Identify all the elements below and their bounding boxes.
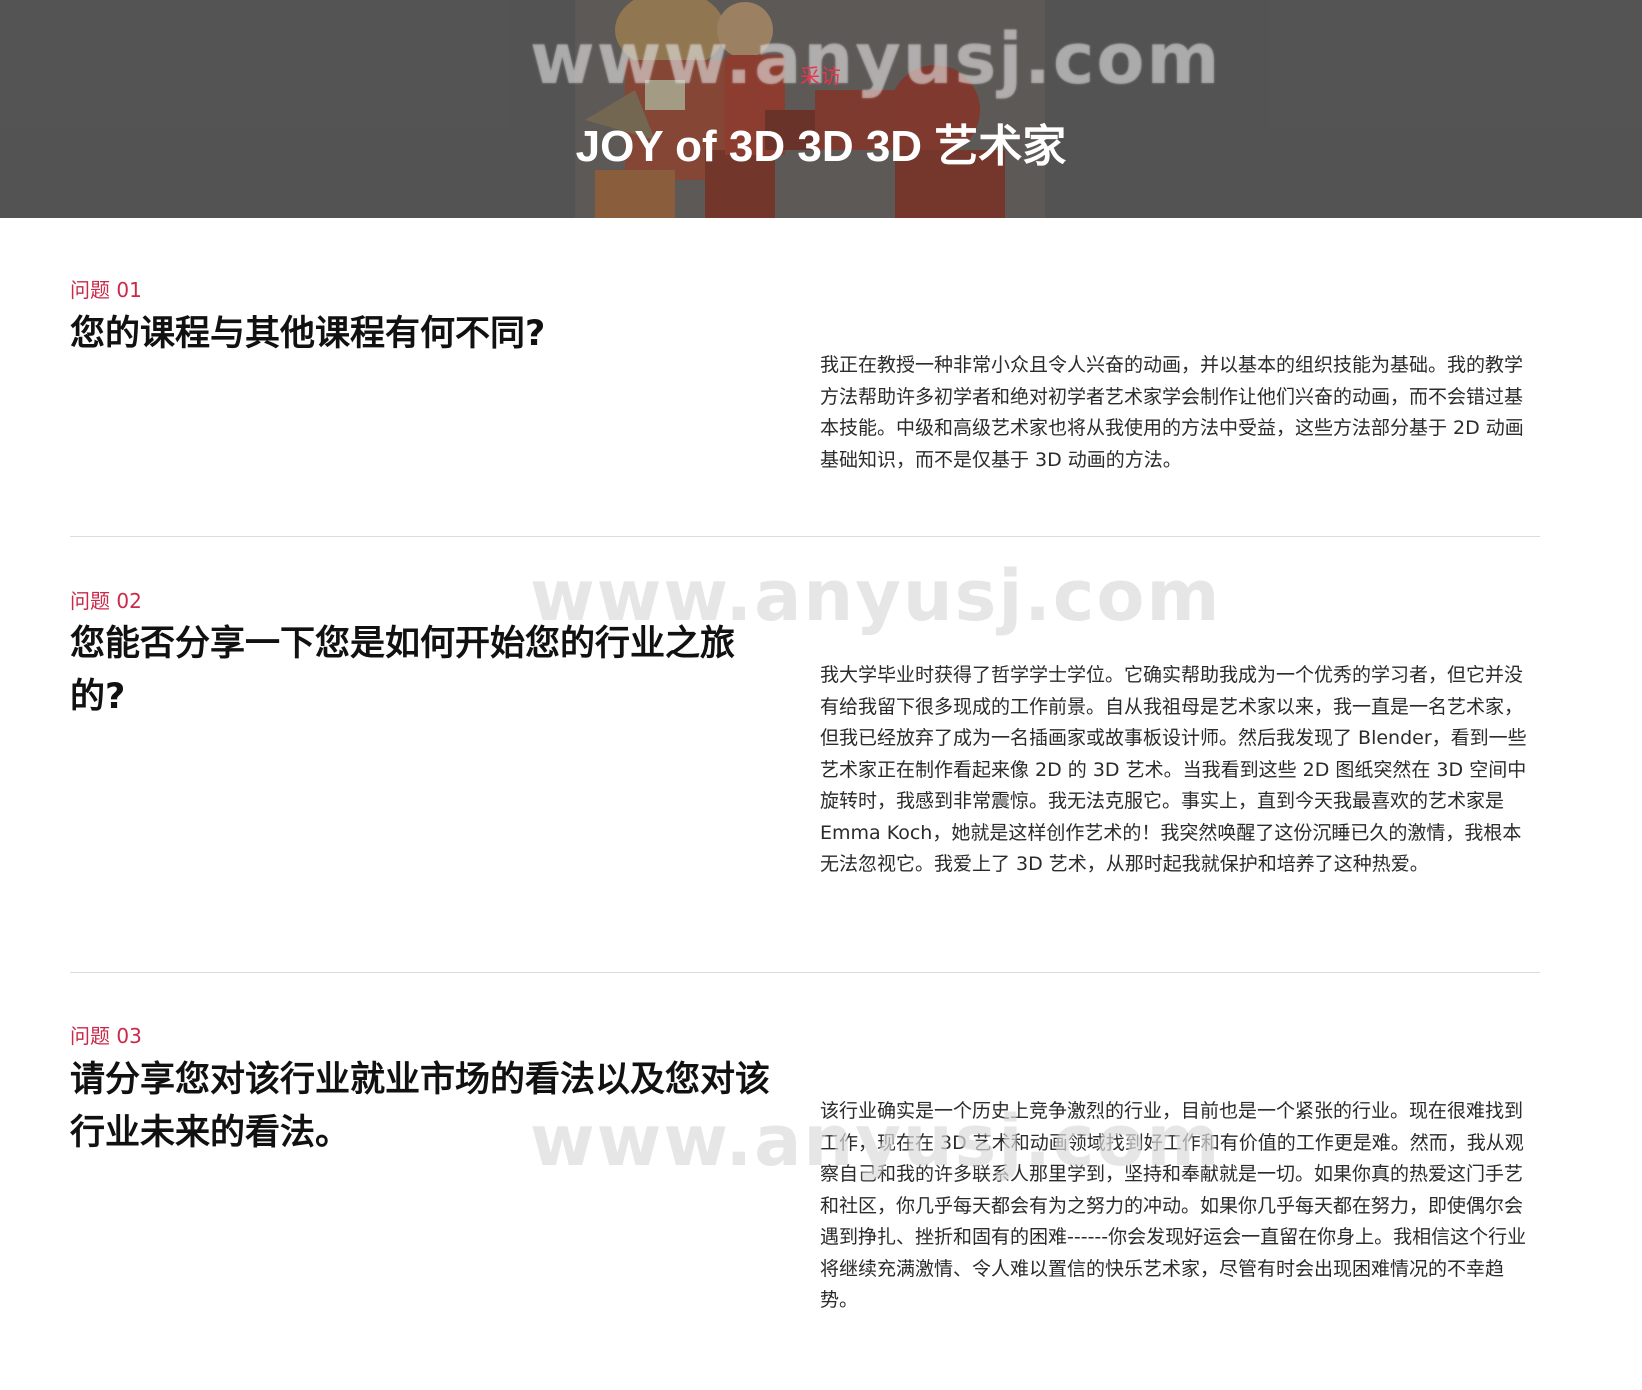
divider bbox=[70, 536, 1540, 537]
question-title: 您能否分享一下您是如何开始您的行业之旅的? bbox=[70, 624, 736, 717]
question-label: 问题 02 bbox=[70, 589, 142, 613]
answer-text: 该行业确实是一个历史上竞争激烈的行业，目前也是一个紧张的行业。现在很难找到工作，… bbox=[820, 1100, 1527, 1311]
page-title: JOY of 3D 3D 3D 艺术家 bbox=[575, 122, 1067, 171]
answer-text: 我正在教授一种非常小众且令人兴奋的动画，并以基本的组织技能为基础。我的教学方法帮… bbox=[820, 354, 1524, 471]
hero-banner: www.anyusj.com 采访 JOY of 3D 3D 3D 艺术家 bbox=[0, 0, 1642, 218]
hero-overlay bbox=[0, 0, 1642, 218]
question-label: 问题 01 bbox=[70, 278, 142, 302]
answer-text: 我大学毕业时获得了哲学学士学位。它确实帮助我成为一个优秀的学习者，但它并没有给我… bbox=[820, 664, 1527, 875]
divider bbox=[70, 972, 1540, 973]
question-label: 问题 03 bbox=[70, 1024, 142, 1048]
question-title: 请分享您对该行业就业市场的看法以及您对该行业未来的看法。 bbox=[70, 1060, 771, 1153]
hero-kicker: 采访 bbox=[800, 64, 842, 88]
question-title: 您的课程与其他课程有何不同? bbox=[70, 314, 546, 354]
